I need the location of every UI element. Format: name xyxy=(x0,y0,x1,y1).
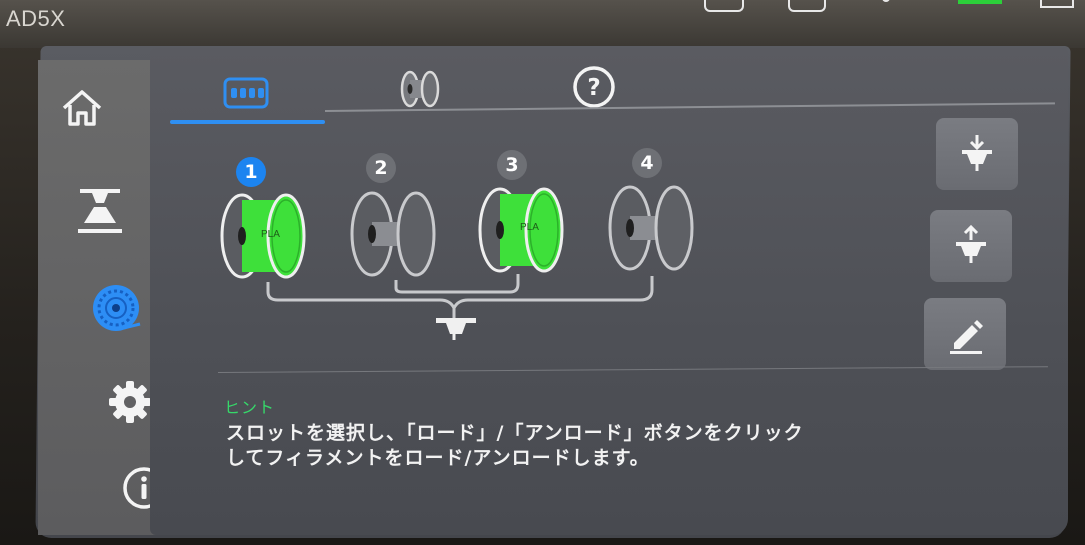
spool-slot-4[interactable] xyxy=(604,180,700,276)
slot-number-2[interactable]: 2 xyxy=(366,153,396,183)
help-icon: ? xyxy=(573,66,615,108)
unload-icon xyxy=(956,224,986,263)
extruder-icon xyxy=(436,318,476,323)
gear-icon xyxy=(109,381,151,423)
filament-icon xyxy=(93,285,141,331)
tab-help[interactable]: ? xyxy=(566,60,622,114)
slot-number-3[interactable]: 3 xyxy=(497,150,527,180)
edit-button[interactable] xyxy=(924,298,1006,370)
spool-icon xyxy=(400,70,440,108)
home-icon xyxy=(62,90,102,126)
sidebar-item-filament[interactable] xyxy=(86,278,146,338)
status-indicator-icon xyxy=(958,0,1002,4)
multi-slot-icon xyxy=(223,77,269,109)
usb-icon xyxy=(1040,0,1074,8)
load-icon xyxy=(962,135,992,171)
tab-multi-slot[interactable] xyxy=(214,66,278,120)
status-bar xyxy=(700,0,1085,14)
active-tab-indicator xyxy=(170,120,325,124)
sidebar-item-print[interactable] xyxy=(70,180,130,240)
hint-text-line-1: スロットを選択し、「ロード」/「アンロード」ボタンをクリック xyxy=(226,422,804,444)
slot-number-4[interactable]: 4 xyxy=(632,148,662,178)
filament-path-diagram xyxy=(266,274,654,340)
print-icon xyxy=(78,189,122,233)
wifi-icon xyxy=(882,0,890,2)
status-icon xyxy=(704,0,744,12)
camera-icon xyxy=(788,0,826,12)
help-glyph: ? xyxy=(587,75,600,101)
load-button[interactable] xyxy=(936,118,1018,190)
model-label: AD5X xyxy=(6,6,66,31)
unload-button[interactable] xyxy=(930,210,1012,282)
hint-text-line-2: してフィラメントをロード/アンロードします。 xyxy=(226,447,650,469)
slot-number-1[interactable]: 1 xyxy=(236,157,266,187)
spool-material-label-3: PLA xyxy=(520,222,539,233)
edit-icon xyxy=(950,320,983,354)
spool-slot-2[interactable] xyxy=(346,186,442,282)
sidebar-item-home[interactable] xyxy=(52,78,112,138)
hint-title: ヒント xyxy=(224,398,276,417)
spool-material-label-1: PLA xyxy=(261,229,280,240)
